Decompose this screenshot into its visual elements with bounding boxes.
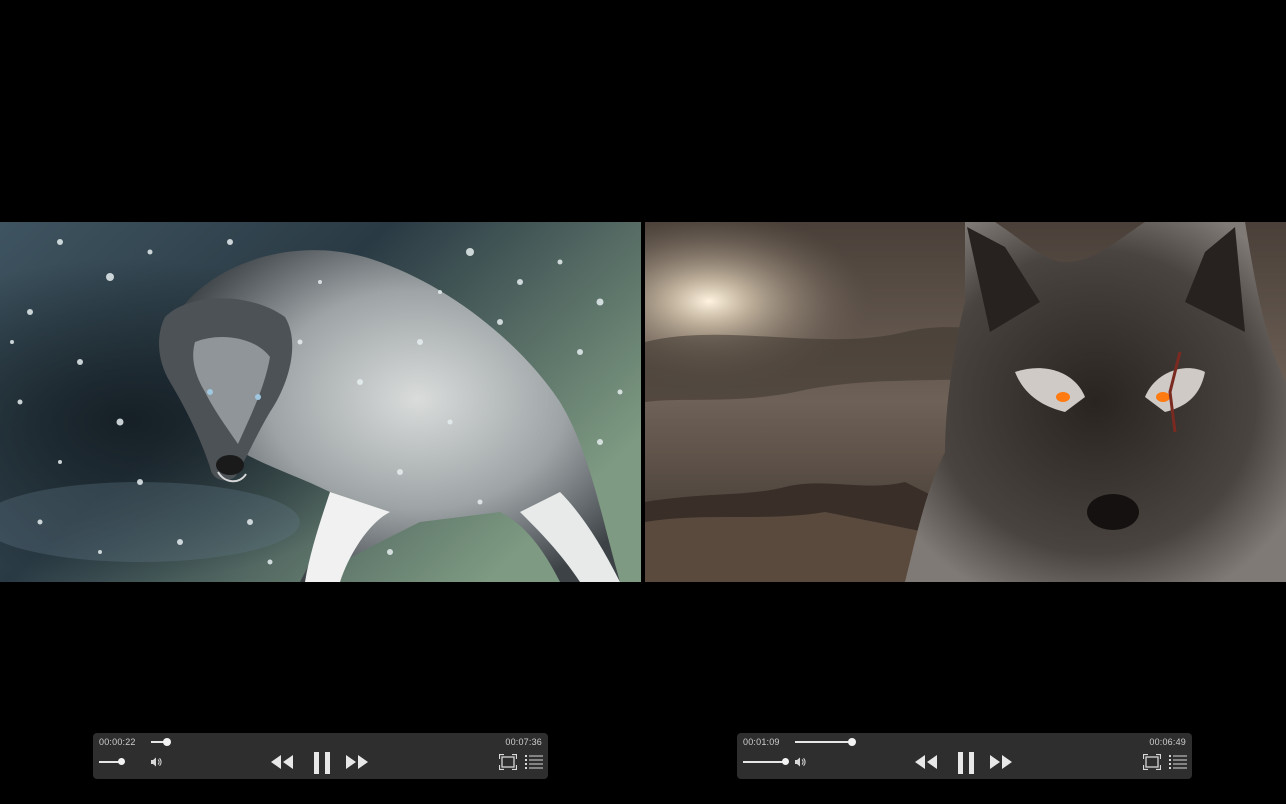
seek-bar-fill: [795, 741, 852, 743]
playlist-icon[interactable]: [525, 754, 543, 770]
seek-knob[interactable]: [163, 738, 171, 746]
volume-knob[interactable]: [782, 758, 789, 765]
fast-forward-icon[interactable]: [988, 753, 1014, 771]
video-frame-right[interactable]: [645, 222, 1286, 582]
player-controls-left: 00:00:22 00:07:36: [93, 733, 548, 779]
elapsed-time: 00:01:09: [743, 737, 780, 747]
total-time: 00:07:36: [505, 737, 542, 747]
dark-wolf-artwork: [645, 222, 1286, 582]
rewind-icon[interactable]: [913, 753, 939, 771]
volume-slider[interactable]: [743, 758, 789, 765]
volume-fill: [743, 761, 785, 763]
volume-slider[interactable]: [99, 758, 125, 765]
video-frame-left[interactable]: [0, 222, 641, 582]
player-controls-right: 00:01:09 00:06:49: [737, 733, 1192, 779]
fit-to-screen-icon[interactable]: [499, 754, 517, 770]
playlist-icon[interactable]: [1169, 754, 1187, 770]
volume-knob[interactable]: [118, 758, 125, 765]
rewind-icon[interactable]: [269, 753, 295, 771]
snow-wolf-artwork: [0, 222, 641, 582]
seek-bar[interactable]: [151, 738, 491, 746]
seek-knob[interactable]: [848, 738, 856, 746]
fit-to-screen-icon[interactable]: [1143, 754, 1161, 770]
total-time: 00:06:49: [1149, 737, 1186, 747]
fast-forward-icon[interactable]: [344, 753, 370, 771]
elapsed-time: 00:00:22: [99, 737, 136, 747]
pause-icon[interactable]: [312, 751, 332, 775]
speaker-icon[interactable]: [794, 756, 806, 768]
pause-icon[interactable]: [956, 751, 976, 775]
seek-bar[interactable]: [795, 738, 1135, 746]
speaker-icon[interactable]: [150, 756, 162, 768]
